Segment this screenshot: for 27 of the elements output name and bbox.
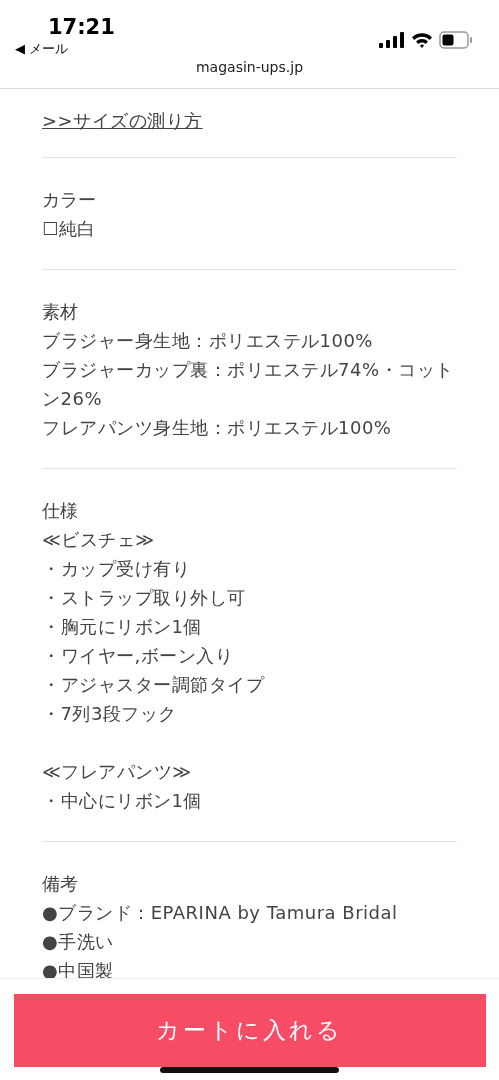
detail-text: ●手洗い	[42, 930, 115, 954]
signal-icon	[379, 32, 405, 48]
section-heading: カラー	[42, 188, 97, 212]
detail-text: フレアパンツ身生地：ポリエステル100%	[42, 416, 393, 440]
detail-text: ・カップ受け有り	[42, 557, 191, 581]
detail-text: ・ストラップ取り外し可	[42, 586, 247, 610]
detail-text: ・胸元にリボン1個	[42, 615, 203, 639]
size-guide-link[interactable]: >>サイズの測り方	[42, 110, 203, 131]
detail-text: ・中心にリボン1個	[42, 789, 203, 813]
section-heading: 備考	[42, 872, 79, 896]
detail-text: ●ブランド：EPARINA by Tamura Bridal	[42, 901, 399, 925]
detail-text: ☐純白	[42, 217, 97, 241]
url-text[interactable]: magasin-ups.jp	[195, 58, 304, 76]
battery-icon	[439, 31, 473, 49]
section-heading: 素材	[42, 300, 79, 324]
detail-text: ・ワイヤー,ボーン入り	[42, 644, 235, 668]
wifi-icon	[411, 32, 433, 48]
detail-text: ・アジャスター調節タイプ	[42, 673, 266, 697]
detail-text: ≪フレアパンツ≫	[42, 760, 193, 784]
status-time: 17:21	[47, 14, 115, 40]
detail-text: ブラジャーカップ裏：ポリエステル74%・コットン26%	[42, 358, 455, 411]
back-to-app-link[interactable]: ◀ メール	[15, 40, 69, 58]
section-heading: 仕様	[42, 499, 79, 523]
detail-text: ≪ビスチェ≫	[42, 528, 156, 552]
detail-text: ブラジャー身生地：ポリエステル100%	[42, 329, 374, 353]
detail-text: ●中国製	[42, 959, 115, 983]
detail-text: ・7列3段フック	[42, 702, 178, 726]
